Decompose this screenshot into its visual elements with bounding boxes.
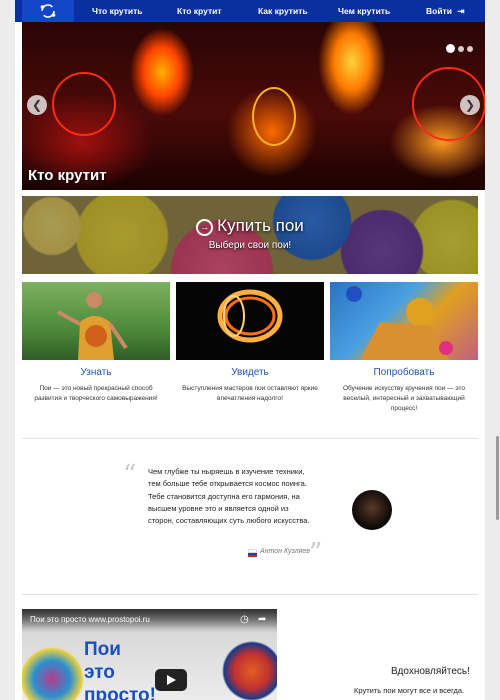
- play-button[interactable]: [155, 669, 187, 691]
- chevron-right-icon: ❯: [464, 98, 476, 112]
- feature-image-see[interactable]: [176, 282, 324, 360]
- inspire-title: Вдохновляйтесь!: [391, 666, 470, 677]
- feature-learn: Узнать Пои — это новый прекрасный способ…: [22, 282, 170, 404]
- author-avatar: [352, 490, 392, 530]
- quote-author: Антон Кузляев: [260, 548, 310, 555]
- fire-poi-photo: [217, 289, 283, 343]
- section-divider: [22, 594, 478, 595]
- nav-item-how[interactable]: Как крутить: [258, 0, 308, 22]
- buy-poi-banner[interactable]: → Купить пои Выбери свои пои!: [22, 196, 478, 274]
- feature-text-try: Обучение искусству кручения пои — это ве…: [342, 385, 466, 412]
- top-navbar: Что крутить Кто крутит Как крутить Чем к…: [15, 0, 485, 22]
- feature-try: Попробовать Обучение искусству кручения …: [330, 282, 478, 414]
- fire-ring-decoration: [52, 72, 116, 136]
- arrow-circle-icon: →: [196, 219, 214, 236]
- share-icon[interactable]: ➦: [258, 614, 266, 625]
- feature-text-learn: Пои — это новый прекрасный способ развит…: [34, 385, 158, 402]
- logo-button[interactable]: [22, 0, 74, 22]
- video-title[interactable]: Пои это просто www.prostopoi.ru: [30, 615, 150, 624]
- hero-title: Кто крутит: [28, 167, 107, 184]
- nav-item-with-what[interactable]: Чем крутить: [338, 0, 390, 22]
- hero-slider[interactable]: ❮ ❯ Кто крутит: [22, 22, 485, 190]
- fire-ring-decoration: [252, 87, 296, 146]
- clock-icon[interactable]: ◷: [240, 614, 249, 625]
- feature-text-see: Выступления мастеров пои оставляют яркие…: [182, 385, 318, 402]
- video-player[interactable]: Пои это просто www.prostopoi.ru ◷ ➦ Пои …: [22, 609, 277, 700]
- quote-close-icon: ”: [309, 538, 323, 568]
- feature-see: Увидеть Выступления мастеров пои оставля…: [176, 282, 324, 404]
- feature-image-try[interactable]: [330, 282, 478, 360]
- feature-image-learn[interactable]: [22, 282, 170, 360]
- poi-logo-icon: [40, 4, 56, 18]
- feature-title-try[interactable]: Попробовать: [330, 367, 478, 378]
- slider-prev-button[interactable]: ❮: [27, 95, 47, 115]
- quote-text: Чем глубже ты ныряешь в изучение техники…: [148, 467, 310, 526]
- inspire-text: Крутить пои могут все и всегда.: [354, 686, 465, 695]
- russia-flag-icon: [248, 549, 257, 557]
- login-link[interactable]: Войти ⇥: [426, 0, 464, 22]
- slider-pagination: [443, 39, 473, 57]
- slider-dot[interactable]: [458, 46, 464, 52]
- poi-hands-photo: [346, 286, 453, 360]
- quote-open-icon: “: [123, 460, 137, 490]
- nav-item-what[interactable]: Что крутить: [92, 0, 143, 22]
- video-overlay-text: Пои это просто!: [84, 639, 156, 700]
- banner-title-text: Купить пои: [217, 216, 304, 235]
- slider-dot[interactable]: [446, 44, 455, 53]
- section-divider: [22, 438, 478, 439]
- feature-title-see[interactable]: Увидеть: [176, 367, 324, 378]
- page: Что крутить Кто крутит Как крутить Чем к…: [15, 0, 485, 700]
- feature-title-learn[interactable]: Узнать: [22, 367, 170, 378]
- banner-title: → Купить пои: [22, 216, 478, 236]
- chevron-left-icon: ❮: [31, 98, 43, 112]
- sign-in-icon: ⇥: [457, 6, 465, 16]
- login-label: Войти: [426, 6, 452, 16]
- nav-item-who[interactable]: Кто крутит: [177, 0, 222, 22]
- slider-next-button[interactable]: ❯: [460, 95, 480, 115]
- slider-dot[interactable]: [467, 46, 473, 52]
- banner-subtitle: Выбери свои пои!: [208, 240, 292, 251]
- page-scrollbar[interactable]: [496, 436, 499, 520]
- performer-photo: [57, 292, 128, 360]
